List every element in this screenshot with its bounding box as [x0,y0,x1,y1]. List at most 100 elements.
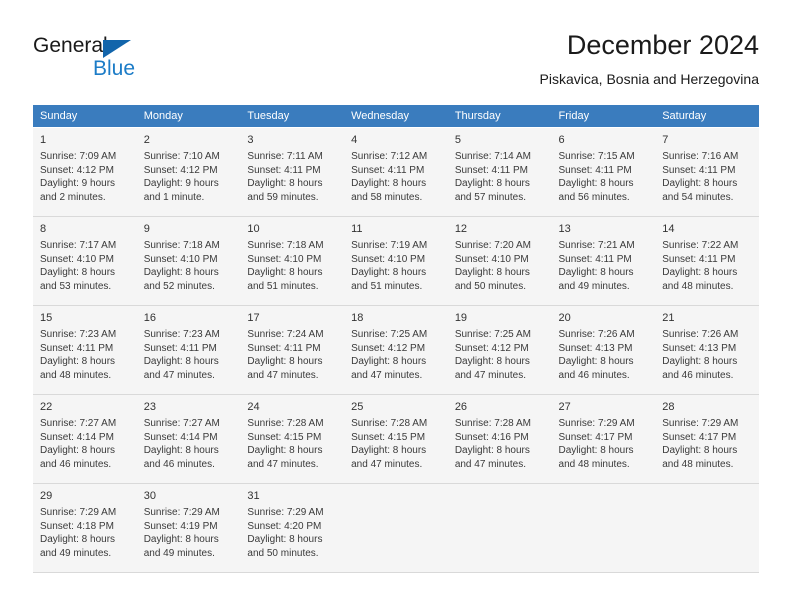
day-cell-content: 16 Sunrise: 7:23 AM Sunset: 4:11 PM Dayligh… [137,306,241,389]
daylight-duration-line2: and 49 minutes. [40,547,112,559]
calendar-day-cell[interactable]: 8 Sunrise: 7:17 AM Sunset: 4:10 PM Daylight… [33,216,137,306]
calendar-day-cell[interactable]: 1 Sunrise: 7:09 AM Sunset: 4:12 PM Daylight… [33,127,137,217]
calendar-day-cell[interactable]: 7 Sunrise: 7:16 AM Sunset: 4:11 PM Daylight… [655,127,759,217]
calendar-day-cell[interactable]: 25 Sunrise: 7:28 AM Sunset: 4:15 PM Dayligh… [344,394,448,484]
day-number: 25 [351,401,364,413]
logo-text-blue: Blue [93,57,136,80]
sunset-time: Sunset: 4:11 PM [351,164,425,176]
weekday-header-friday: Friday [551,105,656,128]
page-subtitle: Piskavica, Bosnia and Herzegovina [539,71,759,87]
day-cell-content: 7 Sunrise: 7:16 AM Sunset: 4:11 PM Daylight… [655,128,759,211]
calendar-day-cell[interactable]: 22 Sunrise: 7:27 AM Sunset: 4:14 PM Dayligh… [33,394,137,484]
calendar-week-row: 22 Sunrise: 7:27 AM Sunset: 4:14 PM Dayligh… [33,394,759,484]
sunrise-time: Sunrise: 7:29 AM [247,507,324,518]
day-cell-content: 13 Sunrise: 7:21 AM Sunset: 4:11 PM Dayligh… [552,217,656,300]
calendar-day-cell[interactable]: 30 Sunrise: 7:29 AM Sunset: 4:19 PM Dayligh… [136,483,241,573]
daylight-duration-line1: Daylight: 8 hours [143,534,219,545]
calendar-day-cell[interactable]: 29 Sunrise: 7:29 AM Sunset: 4:18 PM Dayligh… [33,483,137,573]
calendar-day-cell[interactable]: 11 Sunrise: 7:19 AM Sunset: 4:10 PM Dayligh… [344,216,448,306]
sunset-time: Sunset: 4:12 PM [351,342,426,354]
sunset-time: Sunset: 4:11 PM [558,164,632,176]
sunrise-time: Sunrise: 7:19 AM [351,240,428,251]
calendar-day-cell[interactable]: 26 Sunrise: 7:28 AM Sunset: 4:16 PM Dayligh… [447,394,552,484]
sunset-time: Sunset: 4:11 PM [247,164,321,176]
daylight-duration-line2: and 51 minutes. [351,280,423,292]
day-number: 20 [558,312,571,324]
daylight-duration-line1: Daylight: 8 hours [40,534,116,545]
sunrise-time: Sunrise: 7:18 AM [247,240,324,251]
daylight-duration-line1: Daylight: 8 hours [662,356,738,367]
day-number: 14 [662,223,675,235]
sunset-time: Sunset: 4:11 PM [454,164,529,176]
day-number: 15 [40,312,53,324]
daylight-duration-line2: and 48 minutes. [40,369,112,381]
sunrise-sunset-calendar-table: Sunday Monday Tuesday Wednesday Thursday… [33,105,759,573]
calendar-day-cell[interactable]: 24 Sunrise: 7:28 AM Sunset: 4:15 PM Dayligh… [240,394,345,484]
calendar-day-cell[interactable]: 27 Sunrise: 7:29 AM Sunset: 4:17 PM Dayligh… [551,394,656,484]
day-number: 21 [662,312,675,324]
day-number: 8 [40,223,47,235]
daylight-duration-line2: and 50 minutes. [247,547,319,559]
day-number: 31 [247,490,260,502]
weekday-header-monday: Monday [136,105,241,128]
calendar-day-cell[interactable]: 21 Sunrise: 7:26 AM Sunset: 4:13 PM Dayligh… [655,305,759,395]
calendar-day-cell[interactable]: 19 Sunrise: 7:25 AM Sunset: 4:12 PM Dayligh… [447,305,552,395]
calendar-day-cell[interactable]: 23 Sunrise: 7:27 AM Sunset: 4:14 PM Dayligh… [136,394,241,484]
calendar-week-row: 8 Sunrise: 7:17 AM Sunset: 4:10 PM Daylight… [33,216,759,306]
calendar-day-cell[interactable]: 12 Sunrise: 7:20 AM Sunset: 4:10 PM Dayligh… [447,216,552,306]
day-cell-content: 21 Sunrise: 7:26 AM Sunset: 4:13 PM Dayligh… [655,306,759,389]
calendar-day-cell[interactable]: 3 Sunrise: 7:11 AM Sunset: 4:11 PM Daylight… [240,127,345,217]
daylight-duration-line2: and 47 minutes. [247,369,319,381]
day-cell-content: 14 Sunrise: 7:22 AM Sunset: 4:11 PM Dayligh… [655,217,759,300]
daylight-duration-line1: Daylight: 8 hours [454,178,530,189]
daylight-duration-line2: and 47 minutes. [351,458,423,470]
daylight-duration-line2: and 47 minutes. [454,369,526,381]
calendar-day-cell[interactable]: 9 Sunrise: 7:18 AM Sunset: 4:10 PM Daylight… [136,216,241,306]
day-cell-content: 18 Sunrise: 7:25 AM Sunset: 4:12 PM Dayligh… [344,306,448,389]
sunrise-time: Sunrise: 7:23 AM [40,329,117,340]
daylight-duration-line1: Daylight: 8 hours [40,356,116,367]
calendar-day-cell[interactable]: 13 Sunrise: 7:21 AM Sunset: 4:11 PM Dayligh… [551,216,656,306]
day-cell-content: 1 Sunrise: 7:09 AM Sunset: 4:12 PM Daylight… [33,128,137,211]
calendar-day-cell[interactable]: 17 Sunrise: 7:24 AM Sunset: 4:11 PM Dayligh… [240,305,345,395]
calendar-day-cell[interactable]: 16 Sunrise: 7:23 AM Sunset: 4:11 PM Dayligh… [136,305,241,395]
day-number: 9 [143,223,150,235]
calendar-day-cell[interactable]: 10 Sunrise: 7:18 AM Sunset: 4:10 PM Dayligh… [240,216,345,306]
calendar-day-cell[interactable]: 6 Sunrise: 7:15 AM Sunset: 4:11 PM Daylight… [551,127,656,217]
calendar-day-cell[interactable]: 14 Sunrise: 7:22 AM Sunset: 4:11 PM Dayligh… [655,216,759,306]
day-cell-content: 2 Sunrise: 7:10 AM Sunset: 4:12 PM Daylight… [137,128,241,211]
daylight-duration-line2: and 56 minutes. [558,191,630,203]
sunset-time: Sunset: 4:17 PM [558,431,633,443]
weekday-header-thursday: Thursday [447,105,552,128]
calendar-day-cell[interactable]: 5 Sunrise: 7:14 AM Sunset: 4:11 PM Daylight… [447,127,552,217]
daylight-duration-line2: and 48 minutes. [558,458,630,470]
calendar-header-row-group: Sunday Monday Tuesday Wednesday Thursday… [33,105,759,128]
sunrise-time: Sunrise: 7:16 AM [662,151,739,162]
sunset-time: Sunset: 4:11 PM [662,253,736,265]
calendar-day-cell[interactable]: 20 Sunrise: 7:26 AM Sunset: 4:13 PM Dayligh… [551,305,656,395]
daylight-duration-line1: Daylight: 9 hours [143,178,219,189]
day-cell-content: 9 Sunrise: 7:18 AM Sunset: 4:10 PM Daylight… [137,217,241,300]
sunrise-time: Sunrise: 7:10 AM [143,151,220,162]
weekday-header-wednesday: Wednesday [344,105,448,128]
day-cell-content: 4 Sunrise: 7:12 AM Sunset: 4:11 PM Daylight… [344,128,448,211]
calendar-day-cell[interactable]: 31 Sunrise: 7:29 AM Sunset: 4:20 PM Dayligh… [240,483,345,573]
calendar-day-cell[interactable]: 4 Sunrise: 7:12 AM Sunset: 4:11 PM Daylight… [344,127,448,217]
sunset-time: Sunset: 4:19 PM [143,520,218,532]
calendar-day-cell[interactable]: 15 Sunrise: 7:23 AM Sunset: 4:11 PM Dayligh… [33,305,137,395]
daylight-duration-line2: and 46 minutes. [662,369,734,381]
calendar-day-cell[interactable]: 18 Sunrise: 7:25 AM Sunset: 4:12 PM Dayligh… [344,305,448,395]
day-number: 26 [454,401,468,413]
calendar-day-cell[interactable]: 28 Sunrise: 7:29 AM Sunset: 4:17 PM Dayligh… [655,394,759,484]
day-number: 22 [40,401,53,413]
sunrise-time: Sunrise: 7:14 AM [454,151,531,162]
general-blue-logo[interactable]: General Blue [33,34,263,84]
day-cell-content: 22 Sunrise: 7:27 AM Sunset: 4:14 PM Dayligh… [33,395,137,478]
daylight-duration-line2: and 46 minutes. [558,369,630,381]
sunrise-time: Sunrise: 7:17 AM [40,240,117,251]
daylight-duration-line2: and 52 minutes. [143,280,215,292]
weekday-header-row: Sunday Monday Tuesday Wednesday Thursday… [33,105,759,128]
sunrise-time: Sunrise: 7:22 AM [662,240,739,251]
daylight-duration-line1: Daylight: 8 hours [662,445,738,456]
calendar-day-cell[interactable]: 2 Sunrise: 7:10 AM Sunset: 4:12 PM Daylight… [136,127,241,217]
